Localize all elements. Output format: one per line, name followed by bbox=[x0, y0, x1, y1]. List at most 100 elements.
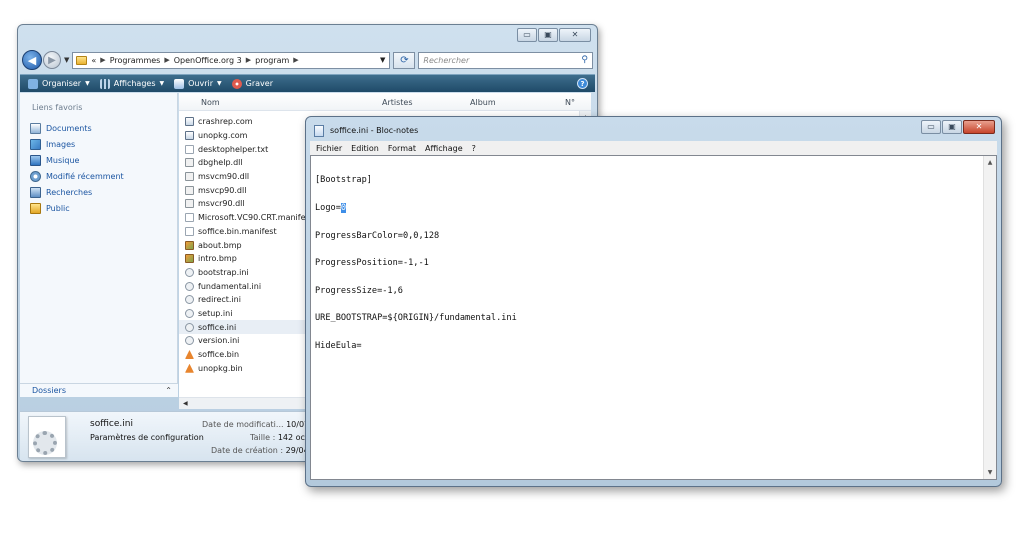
address-bar[interactable]: « ▶ Programmes ▶ OpenOffice.org 3 ▶ prog… bbox=[72, 51, 391, 69]
favorite-public[interactable]: Public bbox=[30, 200, 124, 216]
breadcrumb-separator-icon[interactable]: ▶ bbox=[293, 56, 298, 64]
breadcrumb-program[interactable]: program bbox=[255, 56, 289, 65]
editor-vertical-scrollbar[interactable]: ▲ ▼ bbox=[983, 156, 996, 479]
details-created-label: Date de création : bbox=[211, 446, 284, 455]
chevron-down-icon: ▼ bbox=[85, 80, 90, 87]
breadcrumb-programmes[interactable]: Programmes bbox=[110, 56, 161, 65]
favorite-label: Recherches bbox=[46, 187, 93, 197]
minimize-button[interactable]: ▭ bbox=[517, 28, 537, 42]
scroll-up-icon[interactable]: ▲ bbox=[984, 159, 996, 166]
file-row[interactable]: Microsoft.VC90.CRT.manifest bbox=[179, 211, 319, 225]
file-row[interactable]: setup.ini bbox=[179, 307, 319, 321]
scroll-down-icon[interactable]: ▼ bbox=[984, 469, 996, 476]
scroll-left-icon[interactable]: ◀ bbox=[183, 400, 188, 407]
editor-text[interactable]: [Bootstrap] Logo=0 ProgressBarColor=0,0,… bbox=[315, 158, 517, 370]
help-icon[interactable]: ? bbox=[577, 78, 588, 89]
file-row[interactable]: soffice.ini bbox=[179, 320, 319, 334]
minimize-button[interactable]: ▭ bbox=[921, 120, 941, 134]
file-row[interactable]: soffice.bin.manifest bbox=[179, 225, 319, 239]
file-row[interactable]: msvcp90.dll bbox=[179, 183, 319, 197]
file-row[interactable]: desktophelper.txt bbox=[179, 142, 319, 156]
file-row[interactable]: about.bmp bbox=[179, 238, 319, 252]
menu-edit[interactable]: Edition bbox=[351, 144, 379, 153]
burn-button[interactable]: Graver bbox=[231, 78, 273, 89]
file-row[interactable]: msvcr90.dll bbox=[179, 197, 319, 211]
favorite-label: Images bbox=[46, 139, 76, 149]
column-header-number[interactable]: N° bbox=[565, 98, 575, 107]
breadcrumb-separator-icon[interactable]: ▶ bbox=[246, 56, 251, 64]
organize-button[interactable]: Organiser ▼ bbox=[28, 78, 90, 89]
forward-arrow-icon: ▶ bbox=[48, 54, 56, 66]
menu-help[interactable]: ? bbox=[472, 144, 476, 153]
file-name: soffice.bin bbox=[198, 350, 240, 360]
documents-icon bbox=[30, 122, 41, 134]
txt-file-icon bbox=[185, 144, 194, 154]
search-icon[interactable]: ⚲ bbox=[581, 55, 588, 65]
column-header-name[interactable]: Nom bbox=[201, 98, 220, 107]
file-name: msvcm90.dll bbox=[198, 172, 250, 182]
favorite-recent[interactable]: Modifié récemment bbox=[30, 168, 124, 184]
forward-button[interactable]: ▶ bbox=[43, 51, 61, 69]
window-title: soffice.ini - Bloc-notes bbox=[330, 126, 419, 135]
file-row[interactable]: unopkg.bin bbox=[179, 361, 319, 375]
breadcrumb-openoffice[interactable]: OpenOffice.org 3 bbox=[174, 56, 242, 65]
dll-file-icon bbox=[185, 172, 194, 182]
file-row[interactable]: soffice.bin bbox=[179, 348, 319, 362]
file-name: intro.bmp bbox=[198, 254, 237, 264]
history-dropdown-icon[interactable]: ▼ bbox=[64, 56, 69, 64]
file-name: redirect.ini bbox=[198, 295, 241, 305]
txt-file-icon bbox=[185, 213, 194, 223]
menu-file[interactable]: Fichier bbox=[316, 144, 342, 153]
favorite-documents[interactable]: Documents bbox=[30, 120, 124, 136]
favorites-header: Liens favoris bbox=[32, 103, 83, 112]
file-row[interactable]: bootstrap.ini bbox=[179, 266, 319, 280]
file-row[interactable]: dbghelp.dll bbox=[179, 156, 319, 170]
ini-file-icon bbox=[185, 281, 194, 291]
file-name: unopkg.bin bbox=[198, 363, 243, 373]
maximize-button[interactable]: ▣ bbox=[538, 28, 558, 42]
file-row[interactable]: intro.bmp bbox=[179, 252, 319, 266]
back-button[interactable]: ◀ bbox=[22, 50, 42, 70]
file-name: about.bmp bbox=[198, 240, 242, 250]
text-editor[interactable]: [Bootstrap] Logo=0 ProgressBarColor=0,0,… bbox=[310, 155, 997, 480]
open-button[interactable]: Ouvrir ▼ bbox=[174, 78, 222, 89]
recent-icon bbox=[30, 170, 41, 182]
organize-icon bbox=[28, 78, 38, 89]
search-input[interactable] bbox=[423, 55, 582, 65]
column-header-album[interactable]: Album bbox=[470, 98, 496, 107]
refresh-button[interactable]: ⟳ bbox=[393, 51, 416, 69]
editor-line-text: Logo= bbox=[315, 203, 341, 213]
file-row[interactable]: unopkg.com bbox=[179, 129, 319, 143]
folders-toggle[interactable]: Dossiers ⌃ bbox=[20, 383, 178, 397]
column-header-artists[interactable]: Artistes bbox=[382, 98, 413, 107]
open-icon bbox=[174, 78, 185, 89]
file-row[interactable]: msvcm90.dll bbox=[179, 170, 319, 184]
file-row[interactable]: version.ini bbox=[179, 334, 319, 348]
address-dropdown-icon[interactable]: ▼ bbox=[376, 56, 389, 64]
breadcrumb-separator-icon[interactable]: ▶ bbox=[100, 56, 105, 64]
file-row[interactable]: crashrep.com bbox=[179, 115, 319, 129]
explorer-window-controls: ▭ ▣ ✕ bbox=[517, 28, 591, 42]
close-button[interactable]: ✕ bbox=[963, 120, 995, 134]
breadcrumb-overflow[interactable]: « bbox=[91, 56, 96, 65]
file-row[interactable]: redirect.ini bbox=[179, 293, 319, 307]
details-size-value: 142 oc bbox=[277, 433, 305, 442]
ini-file-icon bbox=[185, 295, 194, 305]
favorite-music[interactable]: Musique bbox=[30, 152, 124, 168]
close-button[interactable]: ✕ bbox=[559, 28, 591, 42]
open-label: Ouvrir bbox=[188, 79, 214, 88]
favorite-images[interactable]: Images bbox=[30, 136, 124, 152]
menu-format[interactable]: Format bbox=[388, 144, 416, 153]
ini-file-icon bbox=[185, 322, 194, 332]
bmp-file-icon bbox=[185, 240, 194, 250]
menu-view[interactable]: Affichage bbox=[425, 144, 463, 153]
config-file-icon bbox=[28, 416, 66, 458]
views-button[interactable]: Affichages ▼ bbox=[99, 78, 165, 89]
file-row[interactable]: fundamental.ini bbox=[179, 279, 319, 293]
favorite-searches[interactable]: Recherches bbox=[30, 184, 124, 200]
chevron-down-icon: ▼ bbox=[159, 80, 165, 87]
breadcrumb-separator-icon[interactable]: ▶ bbox=[164, 56, 169, 64]
views-icon bbox=[99, 78, 110, 89]
refresh-icon: ⟳ bbox=[400, 54, 409, 66]
maximize-button[interactable]: ▣ bbox=[942, 120, 962, 134]
